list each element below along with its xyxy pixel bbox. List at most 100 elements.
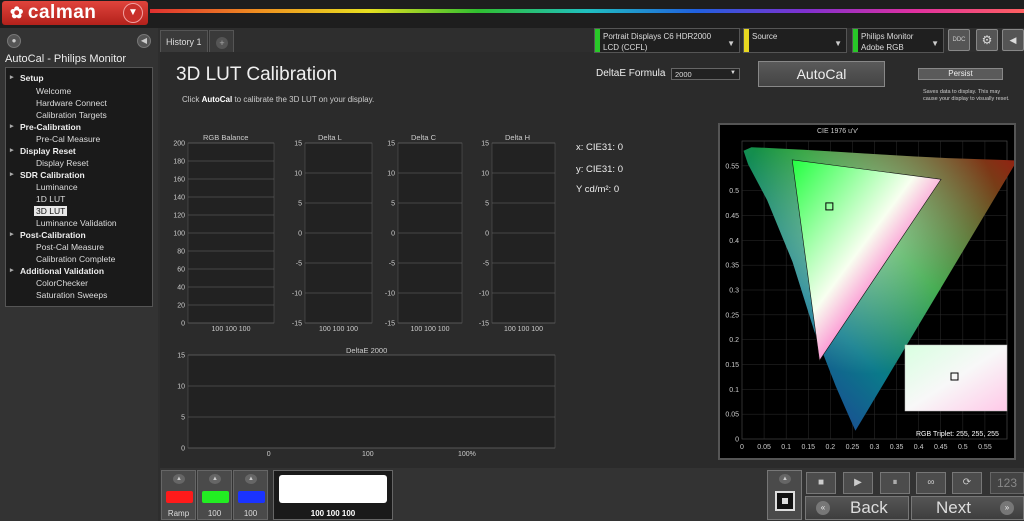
step-post-cal-measure[interactable]: Post-Cal Measure <box>34 242 106 252</box>
calman-window: ✿ calman ▼ ● ◀ AutoCal - Philips Monitor… <box>0 0 1024 521</box>
chart-y-tick-label: -5 <box>483 261 489 268</box>
instructions-post: to calibrate the 3D LUT on your display. <box>232 95 375 104</box>
rainbow-stripe <box>150 9 1024 13</box>
persist-note: Saves data to display. This may cause yo… <box>923 89 1010 102</box>
chart-y-tick-label: 60 <box>177 267 185 274</box>
step-1d-lut[interactable]: 1D LUT <box>34 194 67 204</box>
meter-mode: LCD (CCFL) <box>603 43 648 52</box>
ddc-button[interactable]: DDC <box>948 29 970 51</box>
settings-button[interactable]: ⚙ <box>976 29 998 51</box>
chevron-left-icon: ◀ <box>140 36 148 45</box>
readout-x: x: CIE31: 0 <box>576 142 623 153</box>
chevron-up-icon: ▲ <box>209 474 221 484</box>
step-group-pre-calibration[interactable]: Pre-Calibration <box>10 122 81 132</box>
source-selector[interactable]: Source ▼ <box>743 28 847 53</box>
back-button[interactable]: « Back <box>805 496 909 520</box>
workflow-title: AutoCal - Philips Monitor <box>5 53 127 65</box>
swatch-label-ramp: Ramp <box>167 509 190 518</box>
deltae-formula-label: DeltaE Formula <box>596 68 666 79</box>
infinity-icon: ∞ <box>927 477 935 488</box>
step-group-sdr-calibration[interactable]: SDR Calibration <box>10 170 85 180</box>
step-welcome[interactable]: Welcome <box>34 86 73 96</box>
cie-x-tick-label: 0.4 <box>914 444 924 451</box>
cie-x-tick-label: 0.1 <box>781 444 791 451</box>
hold-button[interactable]: ⏸ <box>880 472 910 494</box>
counter-button[interactable]: 123 <box>990 472 1024 494</box>
step-group-post-calibration[interactable]: Post-Calibration <box>10 230 86 240</box>
chart-y-tick-label: 200 <box>173 141 185 148</box>
chart-y-tick-label: -15 <box>292 321 302 328</box>
cie-chart-svg: 0 0.05 0.1 0.15 0.2 0.25 0.3 0.35 0.4 0.45 0.5 0.55… <box>725 140 1018 451</box>
blue-swatch <box>238 491 265 503</box>
cie-x-tick-label: 0.35 <box>890 444 904 451</box>
pin-icon[interactable]: ● <box>7 34 21 48</box>
green-swatch-button[interactable]: ▲ 100 <box>197 470 232 520</box>
step-display-reset[interactable]: Display Reset <box>34 158 90 168</box>
chevron-down-icon: ▼ <box>931 39 939 48</box>
ramp-swatch-button[interactable]: ▲ Ramp <box>161 470 196 520</box>
step-saturation-sweeps[interactable]: Saturation Sweeps <box>34 290 109 300</box>
chart-y-tick-label: 120 <box>173 213 185 220</box>
cie-x-tick-label: 0.55 <box>978 444 992 451</box>
chart-y-tick-label: -10 <box>385 291 395 298</box>
source-name: Source <box>752 32 778 41</box>
cie-chart-title: CIE 1976 u'v' <box>817 128 859 135</box>
persist-button[interactable]: Persist <box>918 68 1003 80</box>
step-luminance[interactable]: Luminance <box>34 182 80 192</box>
cie-x-tick-label: 0.05 <box>757 444 771 451</box>
step-pre-cal-measure[interactable]: Pre-Cal Measure <box>34 134 102 144</box>
collapse-right-button[interactable]: ◀ <box>1002 29 1024 51</box>
step-hardware-connect[interactable]: Hardware Connect <box>34 98 109 108</box>
back-label: Back <box>850 498 888 517</box>
chart-x-tick-label: 100 100 100 <box>212 326 251 333</box>
chevron-up-icon: ▲ <box>173 474 185 484</box>
stop-measure-button[interactable]: ▲ <box>767 470 802 520</box>
chevron-down-icon: ▼ <box>727 39 735 48</box>
cie-y-tick-label: 0.55 <box>725 163 739 170</box>
cie-y-tick-label: 0.2 <box>729 337 739 344</box>
collapse-panel-button[interactable]: ◀ <box>137 34 151 48</box>
step-group-additional-validation[interactable]: Additional Validation <box>10 266 104 276</box>
chart-y-tick-label: 0 <box>181 321 185 328</box>
chart-x-tick-label: 0 <box>267 451 271 458</box>
step-calibration-targets[interactable]: Calibration Targets <box>34 110 109 120</box>
plus-icon: + <box>216 37 228 49</box>
next-label: Next <box>936 498 971 517</box>
cie-y-tick-label: 0.3 <box>729 288 739 295</box>
tab-history-1[interactable]: History 1 <box>160 30 208 52</box>
swatch-label-green: 100 <box>207 509 222 518</box>
stop-button[interactable]: ■ <box>806 472 836 494</box>
step-3d-lut[interactable]: 3D LUT <box>34 206 68 216</box>
step-colorchecker[interactable]: ColorChecker <box>34 278 90 288</box>
chevron-down-icon: ▼ <box>128 7 138 18</box>
bar-charts-svg: 200180160140120100806040200100 100 10015… <box>173 141 556 458</box>
chevron-up-icon: ▲ <box>245 474 257 484</box>
chart-y-tick-label: 5 <box>181 415 185 422</box>
chart-y-tick-label: 15 <box>387 141 395 148</box>
pattern-preview-swatch <box>279 475 387 503</box>
meter-selector[interactable]: Portrait Displays C6 HDR2000 LCD (CCFL) … <box>594 28 740 53</box>
play-button[interactable]: ▶ <box>843 472 873 494</box>
refresh-button[interactable]: ⟳ <box>952 472 982 494</box>
chart-y-tick-label: 10 <box>387 171 395 178</box>
chevron-down-icon: ▼ <box>834 39 842 48</box>
app-menu-button[interactable]: ▼ <box>123 3 143 23</box>
cie-x-tick-label: 0.25 <box>846 444 860 451</box>
deltae-formula-select[interactable]: 2000 ▼ <box>671 68 740 80</box>
cie-y-tick-label: 0.1 <box>729 387 739 394</box>
chart-y-tick-label: 10 <box>481 171 489 178</box>
pattern-preview[interactable]: 100 100 100 <box>273 470 393 520</box>
step-luminance-validation[interactable]: Luminance Validation <box>34 218 119 228</box>
blue-swatch-button[interactable]: ▲ 100 <box>233 470 268 520</box>
next-button[interactable]: Next » <box>911 496 1024 520</box>
step-group-display-reset[interactable]: Display Reset <box>10 146 76 156</box>
step-calibration-complete[interactable]: Calibration Complete <box>34 254 117 264</box>
step-group-setup[interactable]: Setup <box>10 73 43 83</box>
cie-x-tick-label: 0.2 <box>825 444 835 451</box>
color-inset <box>904 344 1008 412</box>
cie-chart-panel: 0 0.05 0.1 0.15 0.2 0.25 0.3 0.35 0.4 0.45 0.5 0.55… <box>718 123 1018 460</box>
display-selector[interactable]: Philips Monitor Adobe RGB ▼ <box>852 28 944 53</box>
loop-button[interactable]: ∞ <box>916 472 946 494</box>
add-tab-button[interactable]: + <box>209 30 234 52</box>
autocal-button[interactable]: AutoCal <box>758 61 885 87</box>
